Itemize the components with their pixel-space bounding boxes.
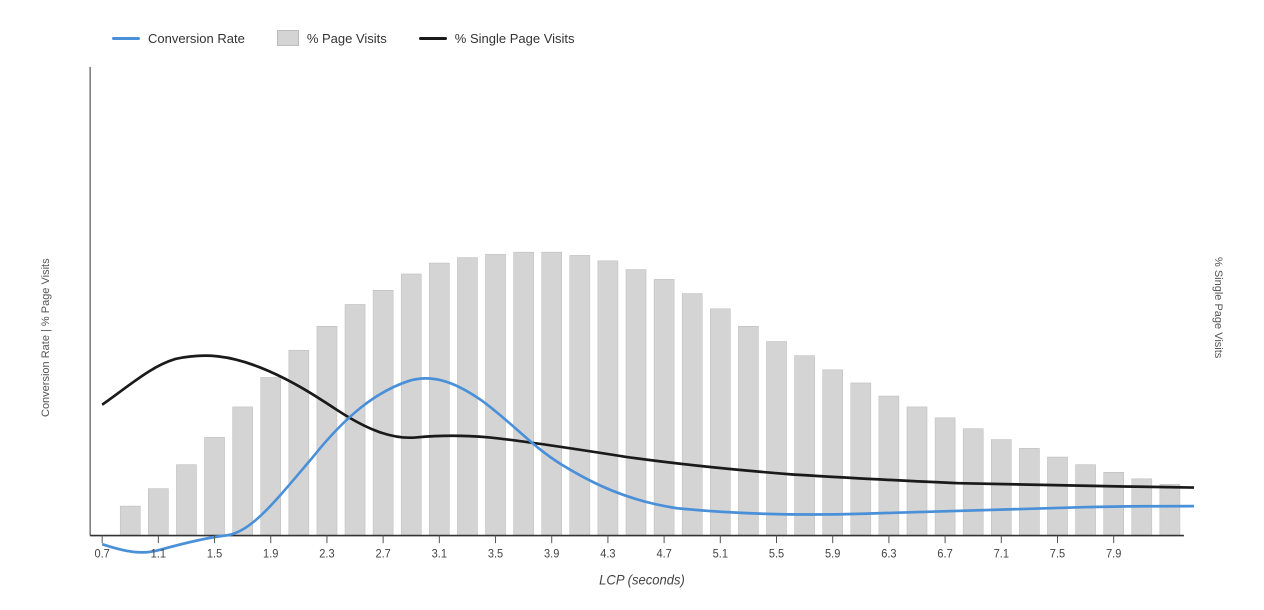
chart-svg: 0.7 1.1 1.5 1.9 2.3 2.7 3.1 3.5 xyxy=(60,56,1204,590)
svg-text:5.9: 5.9 xyxy=(825,548,840,560)
svg-text:2.3: 2.3 xyxy=(319,548,334,560)
chart-container: Conversion Rate % Page Visits % Single P… xyxy=(32,20,1232,590)
legend-blue-line xyxy=(112,37,140,40)
legend-bar-sample xyxy=(277,30,299,46)
y-axis-left-label: Conversion Rate | % Page Visits xyxy=(32,56,60,590)
svg-text:7.5: 7.5 xyxy=(1050,548,1065,560)
x-axis-ticks: 0.7 1.1 1.5 1.9 2.3 2.7 3.1 3.5 xyxy=(94,536,1121,561)
svg-text:7.9: 7.9 xyxy=(1106,548,1121,560)
legend-page-visits: % Page Visits xyxy=(277,30,387,46)
svg-text:6.3: 6.3 xyxy=(881,548,896,560)
legend-page-visits-label: % Page Visits xyxy=(307,31,387,46)
svg-text:6.7: 6.7 xyxy=(937,548,952,560)
svg-text:1.1: 1.1 xyxy=(151,548,166,560)
legend-conversion-rate-label: Conversion Rate xyxy=(148,31,245,46)
legend-single-page-visits: % Single Page Visits xyxy=(419,31,575,46)
legend-single-page-visits-label: % Single Page Visits xyxy=(455,31,575,46)
svg-text:1.9: 1.9 xyxy=(263,548,278,560)
svg-text:7.1: 7.1 xyxy=(994,548,1009,560)
svg-text:3.5: 3.5 xyxy=(488,548,503,560)
svg-wrapper: 0.7 1.1 1.5 1.9 2.3 2.7 3.1 3.5 xyxy=(60,56,1204,590)
svg-text:0.7: 0.7 xyxy=(94,548,109,560)
chart-area: Conversion Rate | % Page Visits xyxy=(32,56,1232,590)
legend-conversion-rate: Conversion Rate xyxy=(112,31,245,46)
x-axis-label: LCP (seconds) xyxy=(599,572,685,588)
svg-text:4.7: 4.7 xyxy=(656,548,671,560)
svg-text:1.5: 1.5 xyxy=(207,548,222,560)
svg-text:5.5: 5.5 xyxy=(769,548,784,560)
chart-legend: Conversion Rate % Page Visits % Single P… xyxy=(32,20,1232,46)
svg-text:4.3: 4.3 xyxy=(600,548,615,560)
svg-text:2.7: 2.7 xyxy=(375,548,390,560)
svg-text:3.9: 3.9 xyxy=(544,548,559,560)
legend-black-line xyxy=(419,37,447,40)
svg-text:3.1: 3.1 xyxy=(432,548,447,560)
svg-text:5.1: 5.1 xyxy=(713,548,728,560)
y-axis-right-label: % Single Page Visits xyxy=(1204,56,1232,590)
